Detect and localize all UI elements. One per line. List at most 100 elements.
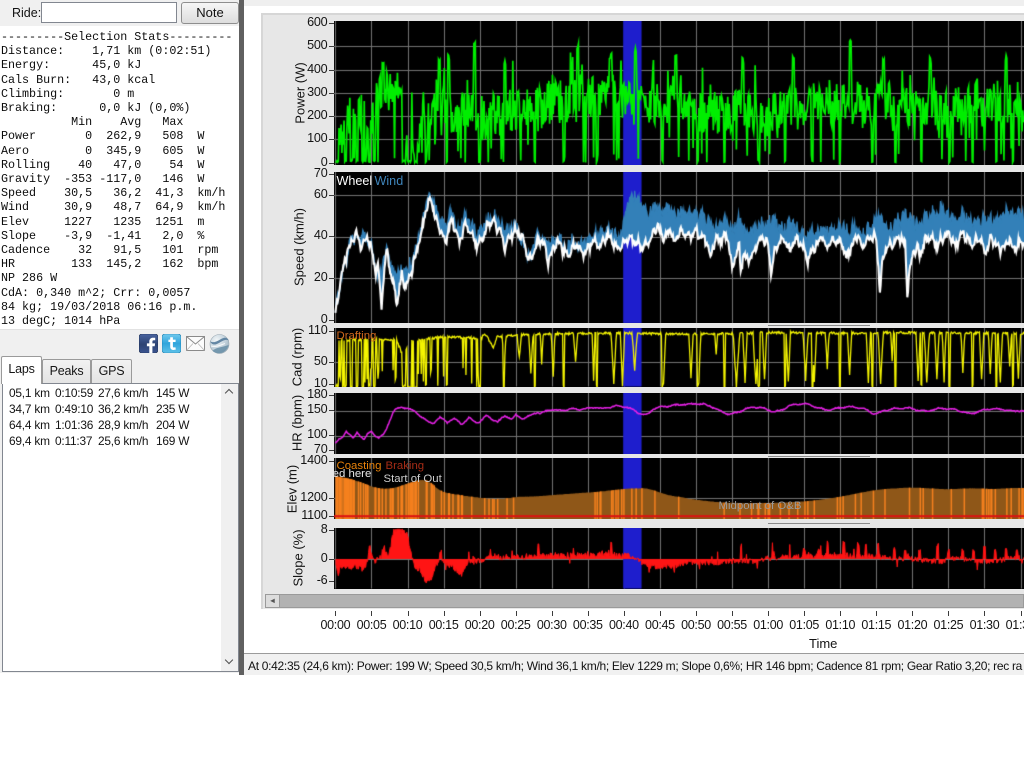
lap-cell: 05,1 km [9, 386, 50, 400]
annotation-ted-here: ted here [334, 468, 372, 480]
power-ytick: 100 [284, 131, 328, 145]
tab-peaks[interactable]: Peaks [42, 359, 91, 384]
left-panel: Ride: Note ---------Selection Stats-----… [0, 0, 239, 673]
pane-divider-handle[interactable] [768, 456, 870, 457]
speed-ytick: 70 [284, 166, 328, 180]
time-tick-mark [876, 611, 877, 616]
elev-ytick-mark [329, 516, 334, 517]
lap-cell: 0:49:10 [55, 402, 93, 416]
time-tick-mark [588, 611, 589, 616]
annotation-midpoint-of-o-b: Midpoint of O&B [719, 500, 802, 512]
time-tick-mark [948, 611, 949, 616]
plot-elev[interactable]: CoastingBrakingted hereStart of OutMidpo… [334, 458, 1024, 519]
selection-stats-text: ---------Selection Stats--------- Distan… [1, 30, 232, 328]
tab-gps[interactable]: GPS [91, 359, 132, 384]
lap-list: 05,1 km0:10:5927,6 km/h145 W34,7 km0:49:… [2, 383, 239, 672]
time-tick-mark [624, 611, 625, 616]
hr-canvas [334, 393, 1024, 454]
legend-drafting: Drafting [337, 330, 377, 342]
cad-ytick-mark [329, 362, 334, 363]
ride-name-input[interactable] [41, 2, 177, 23]
facebook-icon[interactable] [139, 334, 158, 353]
time-tick-mark [804, 611, 805, 616]
status-bar: At 0:42:35 (24,6 km): Power: 199 W; Spee… [244, 653, 1024, 675]
time-tick-mark [552, 611, 553, 616]
power-ytick-mark [329, 139, 334, 140]
power-ytick-mark [329, 46, 334, 47]
time-tick-mark [408, 611, 409, 616]
time-tick-mark [984, 611, 985, 616]
cad-ytick-mark [329, 384, 334, 385]
scroll-up-icon[interactable] [221, 384, 238, 401]
time-tick-mark [840, 611, 841, 616]
app-window: Ride: Note ---------Selection Stats-----… [0, 0, 1024, 770]
power-ytick-mark [329, 116, 334, 117]
twitter-icon[interactable] [162, 334, 181, 353]
plot-hr[interactable] [334, 393, 1024, 454]
lap-cell: 64,4 km [9, 418, 50, 432]
chart-container: 6005004003002001000Power (W)WheelWind706… [261, 13, 1024, 609]
speed-canvas [334, 172, 1024, 324]
legend-wheel: Wheel [337, 174, 373, 188]
power-ytick-mark [329, 163, 334, 164]
time-tick-mark [1021, 611, 1022, 616]
time-tick-mark [732, 611, 733, 616]
status-bar-text: At 0:42:35 (24,6 km): Power: 199 W; Spee… [248, 659, 1022, 673]
slope-ytick-mark [329, 559, 334, 560]
slope-ytick-mark [329, 530, 334, 531]
lap-list-scrollbar[interactable] [221, 384, 238, 671]
top-strip [244, 0, 1024, 6]
lap-row[interactable]: 05,1 km0:10:5927,6 km/h145 W [3, 386, 223, 402]
lap-row[interactable]: 34,7 km0:49:1036,2 km/h235 W [3, 402, 223, 418]
speed-ytick-mark [329, 174, 334, 175]
chart-horizontal-scrollbar[interactable]: ◄ [265, 594, 1024, 608]
speed-ytick-mark [329, 278, 334, 279]
elev-ytick-mark [329, 498, 334, 499]
lap-cell: 1:01:36 [55, 418, 93, 432]
ride-toolbar: Ride: Note [0, 0, 239, 26]
speed-ytick-mark [329, 320, 334, 321]
earth-icon[interactable] [209, 334, 230, 354]
plot-speed[interactable]: WheelWind [334, 172, 1024, 324]
plot-power[interactable] [334, 21, 1024, 165]
share-icons-row [0, 330, 239, 356]
pane-divider-handle[interactable] [768, 170, 870, 171]
legend-braking: Braking [386, 460, 425, 472]
time-tick-mark [371, 611, 372, 616]
pane-divider-handle[interactable] [768, 523, 870, 524]
tab-strip: Laps Peaks GPS [0, 355, 239, 384]
lap-cell: 25,6 km/h [98, 434, 148, 448]
elev-canvas [334, 458, 1024, 519]
pane-divider-handle[interactable] [768, 325, 870, 326]
lap-cell: 36,2 km/h [98, 402, 148, 416]
lap-cell: 169 W [156, 434, 189, 448]
elev-axis-title: Elev (m) [285, 464, 300, 512]
hr-ytick-mark [329, 410, 334, 411]
lap-cell: 28,9 km/h [98, 418, 148, 432]
time-tick-mark [660, 611, 661, 616]
plot-slope[interactable] [334, 528, 1024, 589]
lap-cell: 0:10:59 [55, 386, 93, 400]
scrollbar-thumb[interactable] [279, 594, 1024, 608]
lap-cell: 0:11:37 [55, 434, 92, 448]
scroll-down-icon[interactable] [221, 654, 238, 671]
cad-canvas [334, 328, 1024, 387]
selection-stats-box: ---------Selection Stats--------- Distan… [0, 26, 239, 330]
tab-laps[interactable]: Laps [1, 356, 42, 384]
lap-row[interactable]: 69,4 km0:11:3725,6 km/h169 W [3, 434, 223, 450]
pane-divider-handle[interactable] [768, 389, 870, 390]
speed-ytick: 60 [284, 187, 328, 201]
lap-row[interactable]: 64,4 km1:01:3628,9 km/h204 W [3, 418, 223, 434]
note-button[interactable]: Note [181, 2, 239, 24]
hr-axis-title: HR (bpm) [290, 395, 305, 451]
plot-cad[interactable]: Drafting [334, 328, 1024, 387]
power-ytick-mark [329, 23, 334, 24]
time-tick-mark [516, 611, 517, 616]
time-tick-mark [335, 611, 336, 616]
email-icon[interactable] [186, 335, 205, 352]
scroll-left-icon[interactable]: ◄ [265, 594, 280, 608]
power-canvas [334, 21, 1024, 165]
chart-region: 6005004003002001000Power (W)WheelWind706… [244, 0, 1024, 675]
elev-ytick-mark [329, 461, 334, 462]
hr-ytick-mark [329, 435, 334, 436]
